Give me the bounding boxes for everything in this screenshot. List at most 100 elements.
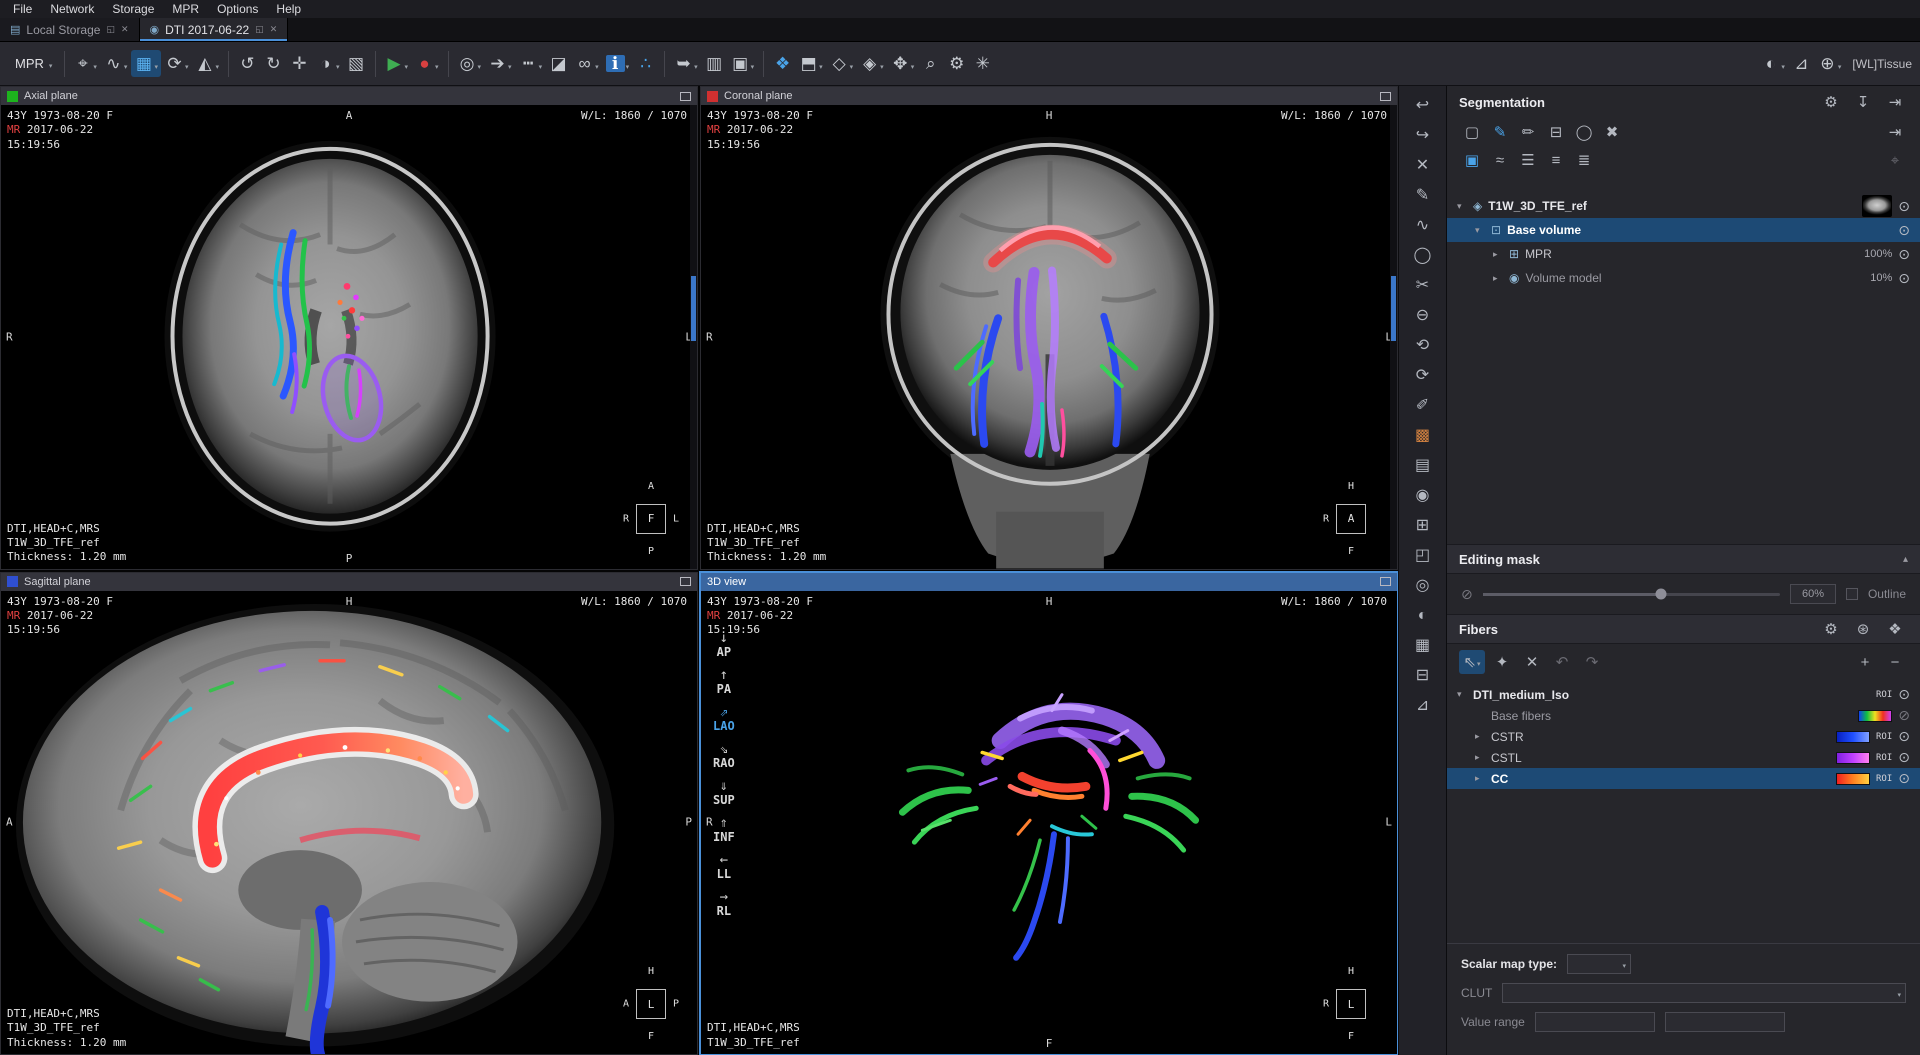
grid-button[interactable]: ▦	[1406, 632, 1440, 660]
tree-row-volume-root[interactable]: ◈ T1W_3D_TFE_ref	[1447, 194, 1920, 218]
chart-button[interactable]: ⊿	[1406, 692, 1440, 720]
print-button[interactable]: ▣	[728, 50, 758, 77]
window-level-button[interactable]: ◑	[313, 50, 343, 77]
fibers-header[interactable]: Fibers ⚙⊛❖	[1447, 614, 1920, 644]
mask-opacity-slider[interactable]	[1483, 593, 1780, 596]
slice-scrollbar-handle[interactable]	[1391, 276, 1396, 341]
slab-button[interactable]: ▧	[344, 50, 369, 77]
reset-view-button[interactable]: ↻	[261, 50, 286, 77]
series-strip-button[interactable]: ▥	[702, 50, 727, 77]
undo-button[interactable]: ↺	[235, 50, 260, 77]
localizer-tool-button[interactable]: ⌖	[70, 50, 100, 77]
view3d-viewport-titlebar[interactable]: 3D view	[701, 573, 1397, 591]
fiber-color-swatch[interactable]	[1836, 752, 1870, 764]
fiber-remove-button[interactable]: ✕	[1519, 650, 1545, 674]
chevron-down-icon[interactable]	[1475, 225, 1485, 236]
axial-viewport-titlebar[interactable]: Axial plane	[1, 87, 697, 105]
seg-list-button[interactable]: ☰	[1515, 148, 1541, 172]
scalar-map-select[interactable]	[1567, 954, 1631, 974]
sagittal-image-area[interactable]: 43Y 1973-08-20 F MR 2017-06-22 15:19:56 …	[1, 591, 697, 1055]
chevron-right-icon[interactable]	[1493, 249, 1503, 260]
axial-viewport[interactable]: Axial plane	[0, 86, 698, 570]
menu-file[interactable]: File	[4, 1, 41, 17]
view3d-viewport[interactable]: 3D view	[700, 572, 1398, 1055]
erase-tool-button[interactable]: ✕	[1406, 152, 1440, 180]
seg-list2-button[interactable]: ≡	[1543, 148, 1569, 172]
close-tab-button[interactable]: ✕	[270, 24, 278, 35]
view-rl-button[interactable]: →RL	[717, 890, 731, 918]
menu-storage[interactable]: Storage	[103, 1, 163, 17]
annotations-button[interactable]: ℹ	[603, 50, 633, 77]
seg-brush-button[interactable]: ✎	[1487, 120, 1513, 144]
seg-copy-button[interactable]: ⊟	[1543, 120, 1569, 144]
invert-button[interactable]: ◐	[1406, 602, 1440, 630]
view-ap-button[interactable]: ↓AP	[717, 631, 731, 659]
volume-box-button[interactable]: ◇	[827, 50, 857, 77]
freehand-tool-button[interactable]: ∿	[1406, 212, 1440, 240]
value-range-max-input[interactable]	[1665, 1012, 1785, 1032]
menu-help[interactable]: Help	[267, 1, 310, 17]
collapse-icon[interactable]	[1903, 554, 1908, 565]
view-sup-button[interactable]: ⇓SUP	[713, 779, 735, 807]
rotate-cw-button[interactable]: ⟳	[1406, 362, 1440, 390]
ruler-tool-button[interactable]: ┅	[516, 50, 546, 77]
view-inf-button[interactable]: ⇑INF	[713, 816, 735, 844]
chevron-right-icon[interactable]	[1493, 273, 1503, 284]
zoom-out-button[interactable]: ⊖	[1406, 302, 1440, 330]
picker-tool-button[interactable]: ✐	[1406, 392, 1440, 420]
segmentation-settings-button[interactable]: ⚙	[1818, 90, 1844, 114]
landmark-button[interactable]: ◎	[1406, 572, 1440, 600]
rotate-ccw-button[interactable]: ⟲	[1406, 332, 1440, 360]
eye-icon[interactable]	[1898, 246, 1910, 263]
undock-tab-button[interactable]: ◱	[255, 24, 264, 35]
eye-icon[interactable]	[1898, 686, 1910, 703]
contour-redo-button[interactable]: ↪	[1406, 122, 1440, 150]
fiber-wand-button[interactable]: ✦	[1489, 650, 1515, 674]
coronal-image-area[interactable]: 43Y 1973-08-20 F MR 2017-06-22 15:19:56 …	[701, 105, 1397, 569]
curve-tool-button[interactable]: ∿	[101, 50, 131, 77]
fiber-row-cstl[interactable]: CSTL ROI	[1447, 747, 1920, 768]
rotate-tool-button[interactable]: ⟳	[162, 50, 192, 77]
tree-row-mpr[interactable]: ⊞ MPR 100%	[1447, 242, 1920, 266]
fibers-model-button[interactable]: ❖	[1882, 617, 1908, 641]
slice-scrollbar[interactable]	[1390, 105, 1397, 569]
probe-tool-button[interactable]: ◎	[455, 50, 485, 77]
coronal-viewport[interactable]: Coronal plane	[700, 86, 1398, 570]
layers-button[interactable]: ⊞	[1406, 512, 1440, 540]
tree-row-dti-medium-iso[interactable]: DTI_medium_Iso ROI	[1447, 684, 1920, 705]
seg-tree-button[interactable]: ≣	[1571, 148, 1597, 172]
chevron-right-icon[interactable]	[1475, 773, 1485, 784]
remove-fiber-bundle-button[interactable]: −	[1882, 650, 1908, 674]
tab-local-storage[interactable]: ▤ Local Storage ◱ ✕	[0, 18, 140, 41]
fiber-color-swatch[interactable]	[1836, 731, 1870, 743]
pan-tool-button[interactable]: ✛	[287, 50, 312, 77]
cine-reel-button[interactable]: ▤	[1406, 452, 1440, 480]
undock-tab-button[interactable]: ◱	[106, 24, 115, 35]
expand-button[interactable]: ◰	[1406, 542, 1440, 570]
fibers-sphere-button[interactable]: ⊛	[1850, 617, 1876, 641]
histogram-button[interactable]: ⊿	[1789, 50, 1814, 77]
link-views-button[interactable]: ∞	[572, 50, 602, 77]
window-level-preset-label[interactable]: [WL]Tissue	[1852, 57, 1912, 71]
segmentation-export-button[interactable]: ⇥	[1882, 90, 1908, 114]
scissors-tool-button[interactable]: ✂	[1406, 272, 1440, 300]
eye-icon[interactable]	[1898, 222, 1910, 239]
flip-tool-button[interactable]: ◭	[192, 50, 222, 77]
chevron-right-icon[interactable]	[1475, 731, 1485, 742]
view-lao-button[interactable]: ⇗LAO	[713, 705, 735, 733]
fiber-undo-button[interactable]: ↶	[1549, 650, 1575, 674]
sagittal-viewport-titlebar[interactable]: Sagittal plane	[1, 573, 697, 591]
rotate-search-button[interactable]: ⌕	[918, 50, 943, 77]
eye-icon[interactable]	[1898, 749, 1910, 766]
segmentation-save-button[interactable]: ↧	[1850, 90, 1876, 114]
clut-select[interactable]	[1502, 983, 1906, 1003]
tree-row-base-volume[interactable]: ⊡ Base volume	[1447, 218, 1920, 242]
contour-undo-button[interactable]: ↩	[1406, 92, 1440, 120]
export-arrow-button[interactable]: ➔	[485, 50, 515, 77]
chevron-down-icon[interactable]	[1457, 689, 1467, 700]
profile-contrast-button[interactable]: ◐	[1758, 50, 1788, 77]
visibility-button[interactable]: ◉	[1406, 482, 1440, 510]
tree-row-volume-model[interactable]: ◉ Volume model 10%	[1447, 266, 1920, 290]
settings-button[interactable]: ⚙	[944, 50, 969, 77]
view-ll-button[interactable]: ←LL	[717, 853, 731, 881]
